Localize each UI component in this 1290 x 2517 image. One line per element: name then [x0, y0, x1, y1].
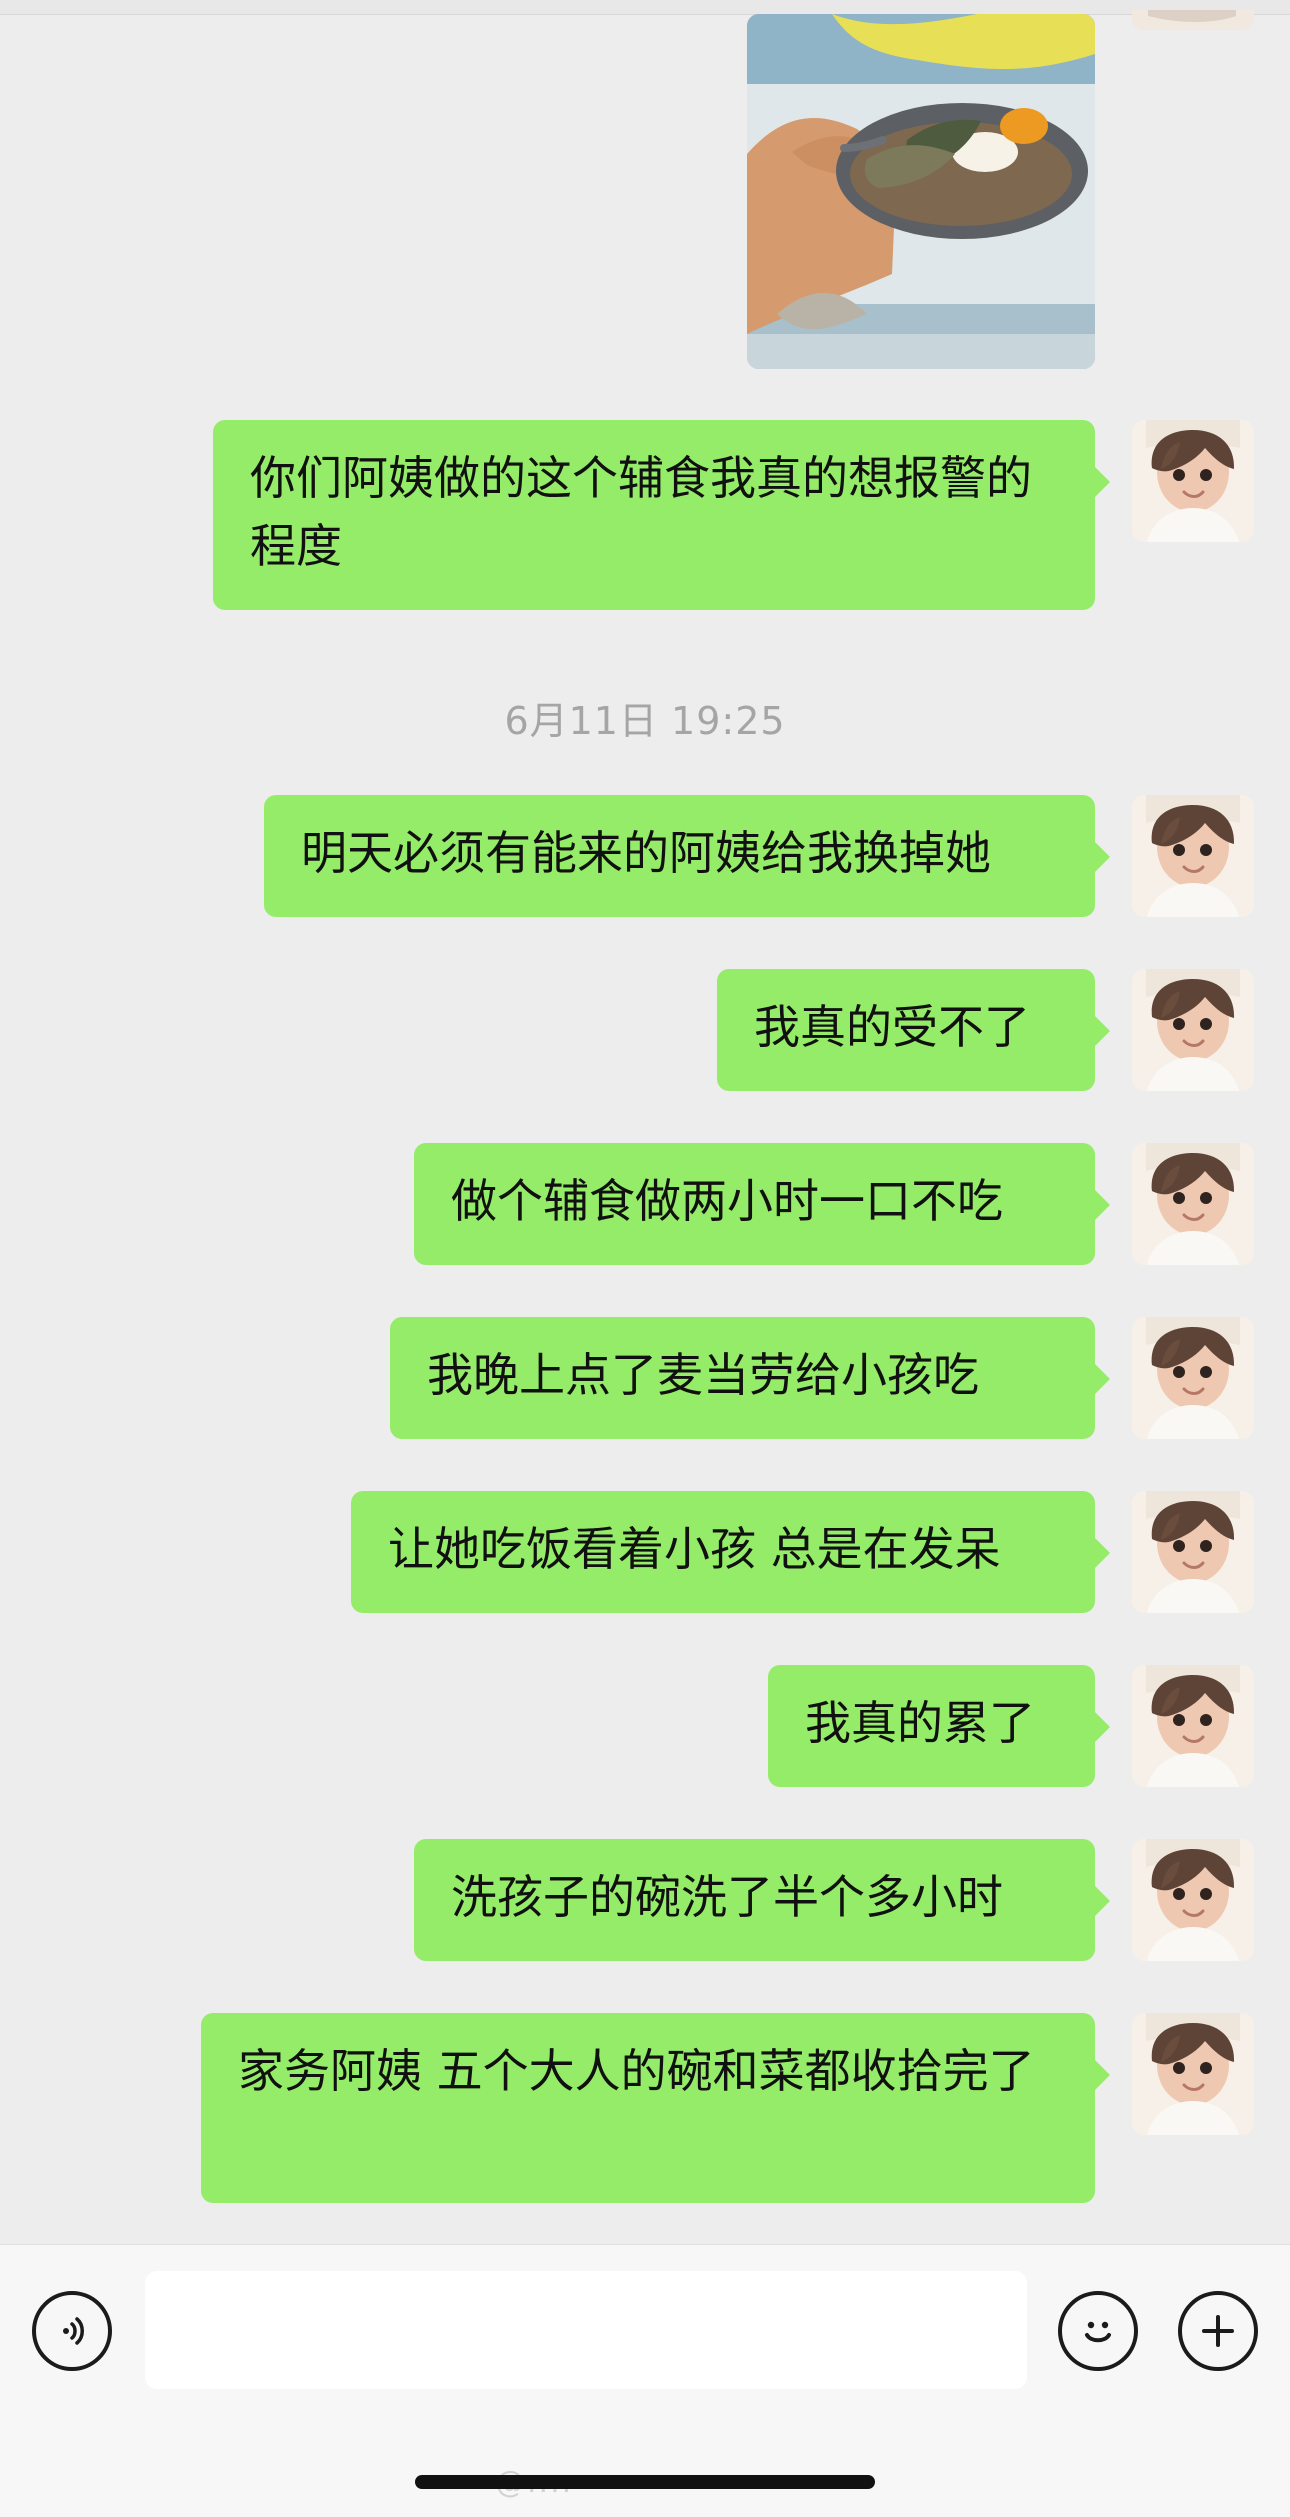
- message-bubble[interactable]: 我晚上点了麦当劳给小孩吃: [390, 1317, 1110, 1439]
- message-input-toolbar: [0, 2245, 1290, 2415]
- message-bubble[interactable]: 洗孩子的碗洗了半个多小时: [414, 1839, 1110, 1961]
- chat-timestamp: 6月11日 19:25: [504, 699, 786, 743]
- user-avatar[interactable]: [1132, 420, 1254, 542]
- user-avatar[interactable]: [1132, 1665, 1254, 1787]
- food-photo: [747, 14, 1095, 369]
- voice-button[interactable]: [32, 2291, 112, 2371]
- user-avatar[interactable]: [1132, 2013, 1254, 2135]
- message-bubble[interactable]: 我真的累了: [768, 1665, 1110, 1787]
- child-avatar-icon: [1132, 795, 1254, 917]
- emoji-button[interactable]: [1058, 2291, 1138, 2371]
- child-avatar-icon: [1132, 1143, 1254, 1265]
- child-avatar-icon: [1132, 1839, 1254, 1961]
- message-bubble[interactable]: 明天必须有能来的阿姨给我换掉她: [264, 795, 1110, 917]
- chat-area[interactable]: 你们阿姨做的这个辅食我真的想报警的程度 6月11日 19:25 明天必须有能来的…: [0, 0, 1290, 2244]
- child-avatar-icon: [1132, 420, 1254, 542]
- user-avatar[interactable]: [1132, 1317, 1254, 1439]
- user-avatar[interactable]: [1132, 1491, 1254, 1613]
- message-bubble[interactable]: 让她吃饭看着小孩 总是在发呆: [351, 1491, 1110, 1613]
- voice-icon: [63, 2317, 84, 2345]
- plus-icon: [1202, 2315, 1234, 2347]
- child-avatar-icon: [1132, 1665, 1254, 1787]
- child-avatar-icon: [1132, 969, 1254, 1091]
- user-avatar[interactable]: [1132, 795, 1254, 917]
- child-avatar-icon: [1132, 1317, 1254, 1439]
- avatar-top-partial: [1132, 10, 1254, 30]
- message-bubble[interactable]: 我真的受不了: [717, 969, 1110, 1091]
- user-avatar[interactable]: [1132, 969, 1254, 1091]
- message-bubble[interactable]: 你们阿姨做的这个辅食我真的想报警的程度: [213, 420, 1110, 610]
- add-more-button[interactable]: [1178, 2291, 1258, 2371]
- emoji-icon: [1085, 2321, 1111, 2343]
- message-input[interactable]: [145, 2271, 1027, 2389]
- message-bubble[interactable]: 做个辅食做两小时一口不吃: [414, 1143, 1110, 1265]
- top-partial-bar: [0, 0, 1290, 15]
- child-avatar-icon: [1132, 2013, 1254, 2135]
- child-avatar-icon: [1132, 1491, 1254, 1613]
- food-photo-message[interactable]: [747, 14, 1095, 369]
- input-area: @....: [0, 2244, 1290, 2517]
- user-avatar[interactable]: [1132, 1839, 1254, 1961]
- home-indicator[interactable]: [415, 2475, 875, 2489]
- message-bubble[interactable]: 家务阿姨 五个大人的碗和菜都收拾完了: [201, 2013, 1110, 2203]
- user-avatar[interactable]: [1132, 1143, 1254, 1265]
